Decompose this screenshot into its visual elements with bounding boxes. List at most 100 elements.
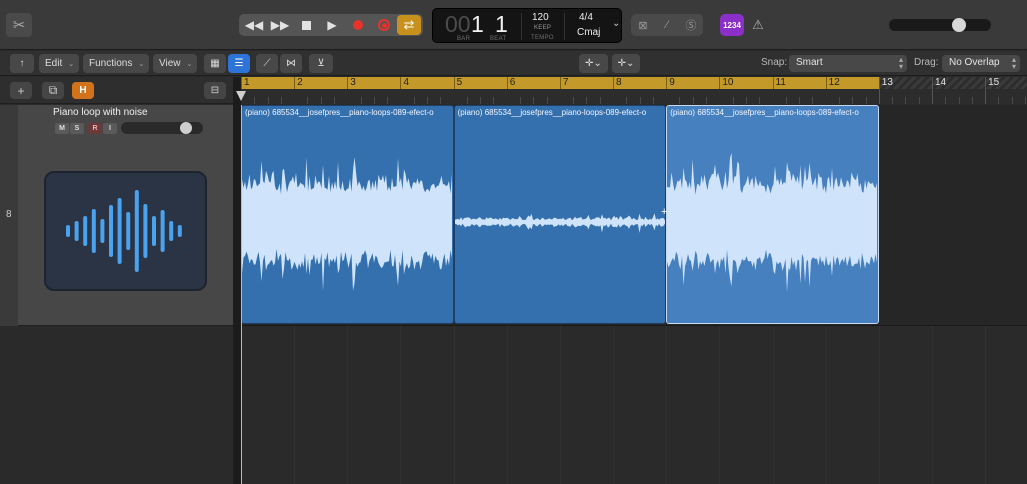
audio-region[interactable]: (piano) 685534__josefpres__piano-loops-0…	[241, 105, 454, 324]
mute-button[interactable]: M	[55, 123, 69, 134]
beat-tick	[254, 97, 256, 104]
add-track-button[interactable]: +	[10, 82, 32, 99]
record-icon	[353, 20, 363, 30]
catch-playhead-icon[interactable]: ⊻	[309, 54, 333, 73]
duplicate-track-icon[interactable]: ⧉	[42, 82, 64, 99]
playhead[interactable]	[241, 105, 242, 484]
track-header-strip: + ⧉ H ⊟	[0, 77, 233, 104]
drag-select[interactable]: No Overlap ▴ ▾	[942, 55, 1020, 72]
beat-tick	[838, 97, 840, 104]
bar-tick	[400, 77, 402, 89]
tracks-area[interactable]: (piano) 685534__josefpres__piano-loops-0…	[241, 105, 1027, 484]
lcd-display[interactable]: 00 1 1 BAR BEAT 120 KEEP TEMPO 4/4 Cmaj	[432, 8, 622, 43]
logic-pro-window: ✂ ◀◀ ▶▶ ▶ ⇄ 00 1 1 BAR BEAT 120 KEEP TEM…	[0, 0, 1027, 484]
control-bar: ✂ ◀◀ ▶▶ ▶ ⇄ 00 1 1 BAR BEAT 120 KEEP TEM…	[0, 0, 1027, 50]
edit-menu[interactable]: Edit ⌄	[39, 54, 79, 73]
track-number: 8	[6, 209, 12, 220]
low-latency-icon[interactable]: ⊠	[635, 17, 651, 33]
audio-waveform-icon[interactable]	[44, 171, 207, 291]
functions-menu[interactable]: Functions ⌄	[83, 54, 149, 73]
functions-menu-label: Functions	[89, 58, 133, 69]
grid-view-icon[interactable]: ▦	[204, 54, 226, 73]
lcd-mode-chevron-icon[interactable]: ⌄	[612, 18, 620, 29]
beat-tick	[520, 97, 522, 104]
go-up-icon[interactable]: ↑	[10, 54, 34, 73]
beat-tick	[546, 97, 548, 104]
lcd-tempo[interactable]: 120	[532, 12, 549, 23]
cycle-button[interactable]: ⇄	[397, 15, 421, 35]
fast-forward-icon[interactable]: ▶▶	[267, 14, 293, 36]
replace-record-button[interactable]	[371, 14, 397, 36]
secondary-tool-icon[interactable]: ✛⌄	[612, 54, 640, 73]
stop-icon[interactable]	[293, 14, 319, 36]
master-volume-knob[interactable]	[952, 18, 967, 32]
region-name: (piano) 685534__josefpres__piano-loops-0…	[245, 108, 434, 117]
beat-tick	[427, 97, 429, 104]
beat-tick	[918, 97, 920, 104]
record-button[interactable]	[345, 14, 371, 36]
bar-number: 4	[403, 77, 409, 88]
bar-tick	[719, 77, 721, 89]
waveform-path	[667, 152, 878, 293]
bar-number: 12	[828, 77, 840, 88]
bar-tick	[878, 77, 880, 104]
view-menu[interactable]: View ⌄	[153, 54, 197, 73]
pointer-tool-icon[interactable]: ✛⌄	[579, 54, 608, 73]
autopunch-icon[interactable]: ⁄	[659, 17, 675, 33]
beat-tick	[745, 97, 747, 104]
snap-select[interactable]: Smart ▴ ▾	[789, 55, 907, 72]
drag-value: No Overlap	[949, 57, 1000, 68]
scissors-icon[interactable]: ✂	[6, 13, 32, 37]
input-monitor-button[interactable]: I	[103, 123, 117, 134]
beat-tick	[639, 97, 641, 104]
solo-button[interactable]: S	[70, 123, 84, 134]
snap-value: Smart	[796, 57, 823, 68]
region-name: (piano) 685534__josefpres__piano-loops-0…	[457, 108, 647, 117]
beat-tick	[334, 97, 335, 104]
beat-tick	[360, 97, 362, 104]
track-list-divider[interactable]	[233, 77, 241, 484]
automation-icon[interactable]: ⟋	[256, 54, 278, 73]
bar-number: 6	[509, 77, 516, 88]
lcd-bar-dim: 00	[445, 11, 471, 37]
record-enable-button[interactable]: R	[88, 123, 102, 134]
playhead-handle[interactable]	[236, 91, 246, 101]
lcd-bar: 1	[471, 11, 484, 37]
lcd-key[interactable]: Cmaj	[577, 27, 600, 38]
beat-tick	[958, 97, 960, 104]
beat-tick	[320, 97, 322, 104]
region-name: (piano) 685534__josefpres__piano-loops-0…	[670, 108, 859, 117]
ruler-end-area	[878, 77, 1027, 89]
track-volume-slider[interactable]	[121, 122, 203, 134]
rewind-icon[interactable]: ◀◀	[241, 14, 267, 36]
folder-stack-icon[interactable]: ⊟	[204, 82, 226, 99]
metronome-icon[interactable]: ⚠	[748, 14, 768, 36]
solo-mode-icon[interactable]: Ⓢ	[683, 17, 699, 33]
bar-ruler[interactable]: 1 2 3 4 5 6 7 8 9 10 11 12 13 14 15	[236, 77, 1027, 104]
beat-tick	[466, 97, 468, 104]
region-waveform	[667, 152, 878, 293]
hide-tracks-button[interactable]: H	[72, 82, 94, 99]
beat-tick	[599, 97, 601, 104]
master-volume-slider[interactable]	[889, 18, 991, 32]
beat-tick	[533, 97, 535, 104]
audio-region[interactable]: (piano) 685534__josefpres__piano-loops-0…	[453, 105, 667, 324]
play-icon[interactable]: ▶	[319, 14, 345, 36]
track-volume-knob[interactable]	[180, 122, 193, 134]
bar-tick	[241, 77, 242, 89]
bar-tick	[931, 77, 933, 104]
lcd-signature[interactable]: 4/4	[579, 12, 593, 23]
beat-tick	[373, 97, 375, 104]
track-header[interactable]: 8 Piano loop with noise M S R I	[0, 105, 233, 326]
bar-tick	[985, 77, 987, 104]
audio-region[interactable]: (piano) 685534__josefpres__piano-loops-0…	[666, 105, 879, 324]
beat-tick	[692, 97, 694, 104]
beat-tick	[679, 97, 681, 104]
beat-tick	[387, 97, 389, 104]
track-name[interactable]: Piano loop with noise	[53, 107, 148, 118]
bar-number: 10	[722, 77, 734, 88]
count-in-button[interactable]: 1234	[720, 14, 744, 36]
tracks-toolbar: ↑ Edit ⌄ Functions ⌄ View ⌄ ▦ ☰ ⟋ ⋈ ⊻ ✛⌄ ✛⌄…	[0, 51, 1027, 76]
flex-icon[interactable]: ⋈	[280, 54, 302, 73]
list-view-icon[interactable]: ☰	[228, 54, 250, 73]
